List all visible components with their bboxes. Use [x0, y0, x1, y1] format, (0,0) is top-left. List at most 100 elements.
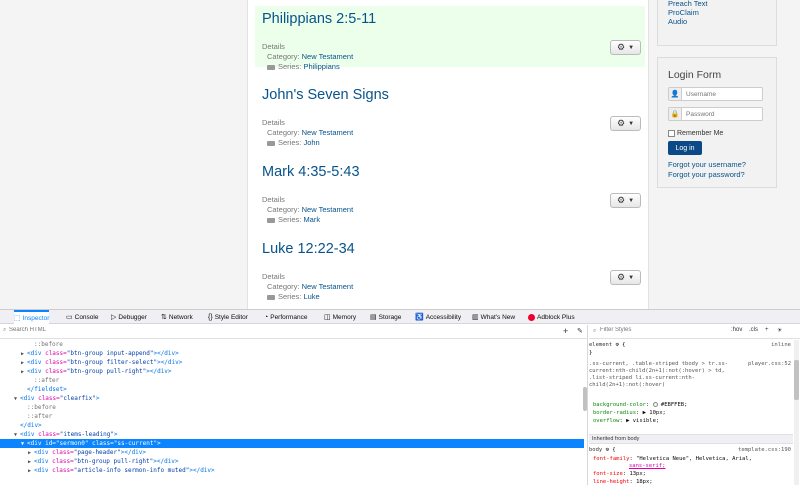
sidebar-link[interactable]: ProClaim — [668, 8, 699, 17]
prop-name[interactable]: font-size — [593, 471, 623, 477]
sidebar-link[interactable]: Audio — [668, 17, 687, 26]
category-link[interactable]: New Testament — [302, 128, 354, 137]
attr-name[interactable]: class= — [52, 458, 74, 465]
prop-name[interactable]: background-color — [593, 402, 646, 408]
sermon-title[interactable]: Philippians 2:5-11 — [262, 11, 376, 27]
cls-toggle[interactable]: .cls — [749, 327, 758, 333]
attr-name[interactable]: class= — [52, 449, 74, 456]
attr-name[interactable]: class= — [52, 467, 74, 474]
attr-value[interactable]: "btn-group input-append" — [67, 350, 154, 357]
series-link[interactable]: John — [303, 138, 319, 147]
gear-dropdown-button[interactable]: ⚙ ▼ — [610, 193, 641, 208]
markup-node[interactable]: ▼ <div class="clearfix"> — [0, 394, 584, 403]
css-declaration[interactable]: line-height: 18px; — [589, 479, 793, 485]
search-html-input[interactable] — [9, 327, 309, 333]
attr-value[interactable]: "clearfix" — [60, 395, 96, 402]
hov-toggle[interactable]: :hov — [731, 327, 742, 333]
prop-value[interactable]: 13px; — [629, 471, 646, 477]
attr-name[interactable]: class= — [45, 359, 67, 366]
markup-node[interactable]: ▶ <div class="article-info sermon-info mu… — [0, 466, 584, 475]
markup-node-selected[interactable]: ▼ <div id="sermon0" class="ss-current"> — [0, 439, 584, 448]
series-link[interactable]: Luke — [303, 292, 319, 301]
tab-network[interactable]: ⇅ Network — [161, 310, 193, 324]
password-field[interactable]: 🔒 — [668, 107, 763, 121]
attr-name[interactable]: class= — [38, 431, 60, 438]
sermon-title[interactable]: Luke 12:22-34 — [262, 241, 355, 257]
forgot-username-link[interactable]: Forgot your username? — [668, 160, 746, 169]
series-link[interactable]: Philippians — [303, 62, 339, 71]
sidebar-link[interactable]: Preach Text — [668, 0, 707, 8]
markup-node[interactable]: ::after — [0, 412, 584, 421]
tab-whats-new[interactable]: ▥ What's New — [472, 310, 515, 324]
remember-me[interactable]: Remember Me — [668, 130, 723, 137]
password-input[interactable] — [682, 108, 762, 120]
attr-name[interactable]: class= — [45, 350, 67, 357]
markup-node[interactable]: ▶ <div class="btn-group filter-select"></… — [0, 358, 584, 367]
prop-name[interactable]: font-family — [593, 456, 629, 462]
attr-value[interactable]: "items-leading" — [60, 431, 114, 438]
css-declaration-continued[interactable]: sans-serif; — [589, 463, 793, 469]
markup-node[interactable]: ::before — [0, 340, 584, 349]
prop-value[interactable]: sans-serif; — [629, 463, 665, 469]
rule-source[interactable]: template.css:190 — [738, 447, 791, 453]
category-link[interactable]: New Testament — [302, 282, 354, 291]
tab-inspector[interactable]: ⬚ Inspector — [14, 310, 50, 324]
prop-value[interactable]: "Helvetica Neue", Helvetica, Arial, — [636, 456, 752, 462]
prop-name[interactable]: border-radius — [593, 410, 636, 416]
tab-storage[interactable]: ▤ Storage — [370, 310, 401, 324]
filter-styles-input[interactable] — [600, 327, 700, 333]
prop-value[interactable]: 10px; — [649, 410, 666, 416]
add-rule-button[interactable]: + — [765, 327, 769, 333]
markup-node[interactable]: ▶ <div class="btn-group pull-right"></div… — [0, 367, 584, 376]
attr-value[interactable]: "btn-group pull-right" — [74, 458, 153, 465]
sermon-title[interactable]: Mark 4:35-5:43 — [262, 164, 360, 180]
remember-checkbox[interactable] — [668, 130, 675, 137]
tab-adblock-plus[interactable]: Adblock Plus — [528, 310, 575, 324]
color-swatch[interactable] — [652, 402, 658, 407]
gear-dropdown-button[interactable]: ⚙ ▼ — [610, 40, 641, 55]
gear-dropdown-button[interactable]: ⚙ ▼ — [610, 116, 641, 131]
css-declaration[interactable]: font-size: 13px; — [589, 471, 793, 477]
prop-value[interactable]: #EBFFEB; — [661, 402, 688, 408]
prop-name[interactable]: overflow — [593, 418, 620, 424]
attr-name[interactable]: class= — [45, 368, 67, 375]
rules-scrollbar-thumb[interactable] — [794, 360, 799, 400]
prop-value[interactable]: visible; — [633, 418, 660, 424]
tab-performance[interactable]: ◔ Performance — [264, 310, 307, 324]
markup-node[interactable]: ::before — [0, 403, 584, 412]
forgot-password-link[interactable]: Forgot your password? — [668, 170, 745, 179]
series-link[interactable]: Mark — [303, 215, 320, 224]
tab-style-editor[interactable]: {} Style Editor — [208, 310, 248, 324]
attr-name[interactable]: id= — [45, 440, 56, 447]
login-button[interactable]: Log in — [668, 141, 702, 155]
tab-accessibility[interactable]: ♿ Accessibility — [415, 310, 461, 324]
gear-dropdown-button[interactable]: ⚙ ▼ — [610, 270, 641, 285]
add-node-button[interactable]: + — [563, 326, 568, 336]
css-declaration[interactable]: background-color: #EBFFEB; — [589, 402, 793, 408]
username-field[interactable]: 👤 — [668, 87, 763, 101]
tab-memory[interactable]: ◫ Memory — [324, 310, 356, 324]
rule-source[interactable]: player.css:52 — [748, 361, 791, 368]
category-link[interactable]: New Testament — [302, 205, 354, 214]
attr-name[interactable]: class= — [38, 395, 60, 402]
light-mode-icon[interactable]: ☀ — [777, 327, 782, 334]
tab-console[interactable]: ▭ Console — [66, 310, 98, 324]
markup-node[interactable]: ▼ <div class="items-leading"> — [0, 430, 584, 439]
rules-scrollbar[interactable] — [794, 340, 799, 485]
eyedropper-icon[interactable]: ✎ — [577, 327, 583, 335]
attr-value[interactable]: "page-header" — [74, 449, 121, 456]
username-input[interactable] — [682, 88, 762, 100]
markup-node[interactable]: ::after — [0, 376, 584, 385]
markup-node[interactable]: ▶ <div class="btn-group input-append"></d… — [0, 349, 584, 358]
css-declaration[interactable]: font-family: "Helvetica Neue", Helvetica… — [589, 456, 793, 462]
tab-debugger[interactable]: ▷ Debugger — [111, 310, 147, 324]
css-declaration[interactable]: border-radius: ▶ 10px; — [589, 410, 793, 416]
category-link[interactable]: New Testament — [302, 52, 354, 61]
attr-value[interactable]: "btn-group pull-right" — [67, 368, 146, 375]
markup-scrollbar[interactable] — [583, 387, 587, 411]
markup-node[interactable]: </div> — [0, 421, 584, 430]
css-declaration[interactable]: overflow: ▶ visible; — [589, 418, 793, 424]
prop-name[interactable]: line-height — [593, 479, 629, 485]
attr-value[interactable]: "btn-group filter-select" — [67, 359, 157, 366]
prop-value[interactable]: 18px; — [636, 479, 653, 485]
